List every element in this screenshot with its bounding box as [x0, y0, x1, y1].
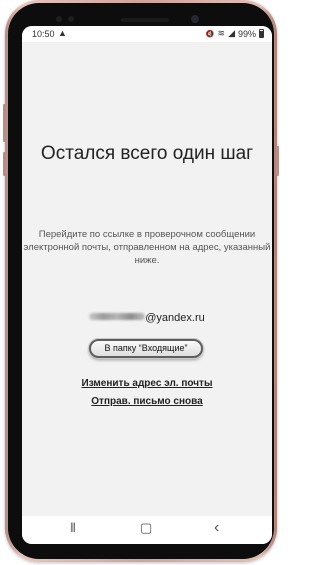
status-indicators: 🔇 ≋ ◢ 99%: [206, 28, 264, 39]
recents-icon[interactable]: |||: [70, 522, 76, 533]
open-inbox-button[interactable]: В папку “Входящие”: [89, 339, 203, 358]
instruction-text: Перейдите по ссылке в проверочном сообще…: [23, 229, 271, 266]
change-email-link[interactable]: Изменить адрес эл. почты: [22, 378, 272, 389]
signal-icon: ◢: [228, 28, 235, 38]
page-title: Остался всего один шаг: [40, 143, 254, 164]
email-domain: @yandex.ru: [145, 312, 205, 324]
resend-email-link[interactable]: Отправ. письмо снова: [22, 396, 272, 407]
redacted-email-username: [89, 313, 146, 320]
battery-icon: [259, 29, 264, 38]
mute-icon: 🔇: [205, 30, 215, 38]
front-camera: [191, 15, 199, 23]
phone-frame: 10:50 ▲ 🔇 ≋ ◢ 99% Остался всего один шаг…: [3, 0, 279, 562]
earpiece-speaker: [121, 18, 169, 22]
home-icon[interactable]: ▢: [140, 520, 152, 536]
warning-icon: ▲: [58, 28, 67, 38]
proximity-sensor: [56, 16, 62, 22]
navigation-bar: ||| ▢ ‹: [22, 516, 272, 544]
email-address: @yandex.ru: [22, 312, 272, 324]
iris-sensor: [68, 16, 74, 22]
power-button: [276, 146, 279, 176]
wifi-icon: ≋: [217, 28, 226, 38]
status-time: 10:50: [32, 29, 55, 39]
screen: 10:50 ▲ 🔇 ≋ ◢ 99% Остался всего один шаг…: [22, 26, 272, 544]
bixby-button: [3, 152, 6, 176]
volume-button: [3, 104, 6, 142]
back-icon[interactable]: ‹: [214, 519, 219, 537]
status-bar: 10:50 ▲ 🔇 ≋ ◢ 99%: [22, 26, 272, 42]
battery-percent: 99%: [237, 28, 256, 39]
